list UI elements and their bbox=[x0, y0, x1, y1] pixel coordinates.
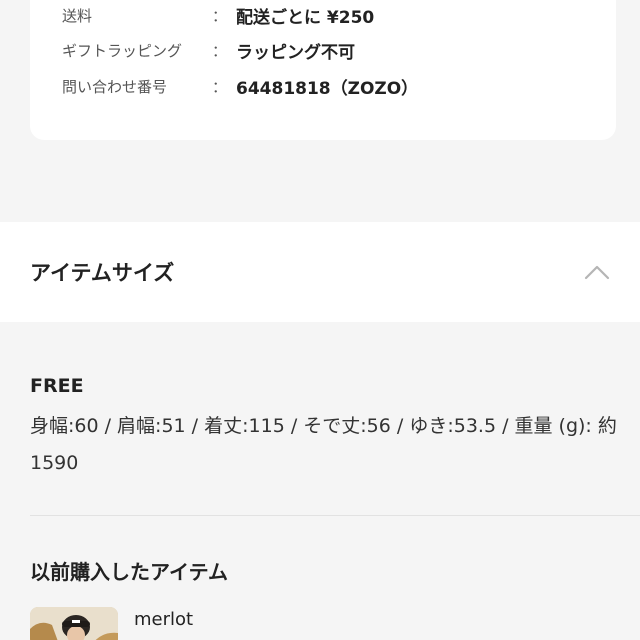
shipping-label: 送料 bbox=[62, 6, 93, 25]
chevron-up-icon[interactable] bbox=[584, 259, 610, 285]
shipping-colon: ： bbox=[212, 6, 228, 25]
previous-item-thumbnail[interactable] bbox=[30, 607, 118, 640]
previous-item-brand[interactable]: merlot bbox=[134, 609, 193, 630]
previous-items-title: 以前購入したアイテム bbox=[30, 560, 228, 584]
gift-wrapping-row: ギフトラッピング ： ラッピング不可 bbox=[62, 37, 622, 63]
gift-wrapping-value: ラッピング不可 bbox=[236, 42, 355, 63]
inquiry-number-colon: ： bbox=[212, 77, 228, 96]
item-size-content: FREE 身幅:60 / 肩幅:51 / 着丈:115 / そで丈:56 / ゆ… bbox=[30, 372, 620, 482]
section-divider bbox=[30, 515, 640, 516]
gift-wrapping-label: ギフトラッピング bbox=[62, 41, 183, 60]
inquiry-number-label: 問い合わせ番号 bbox=[62, 77, 168, 96]
inquiry-number-value: 64481818（ZOZO） bbox=[236, 78, 419, 99]
shipping-value: 配送ごとに ¥250 bbox=[236, 7, 375, 28]
shipping-row: 送料 ： 配送ごとに ¥250 bbox=[62, 2, 622, 28]
size-measurements: 身幅:60 / 肩幅:51 / 着丈:115 / そで丈:56 / ゆき:53.… bbox=[30, 415, 617, 474]
inquiry-number-row: 問い合わせ番号 ： 64481818（ZOZO） bbox=[62, 73, 622, 99]
size-name: FREE bbox=[30, 375, 84, 397]
gift-wrapping-colon: ： bbox=[212, 41, 228, 60]
item-size-accordion-header[interactable]: アイテムサイズ bbox=[0, 222, 640, 322]
item-size-title: アイテムサイズ bbox=[30, 261, 175, 285]
